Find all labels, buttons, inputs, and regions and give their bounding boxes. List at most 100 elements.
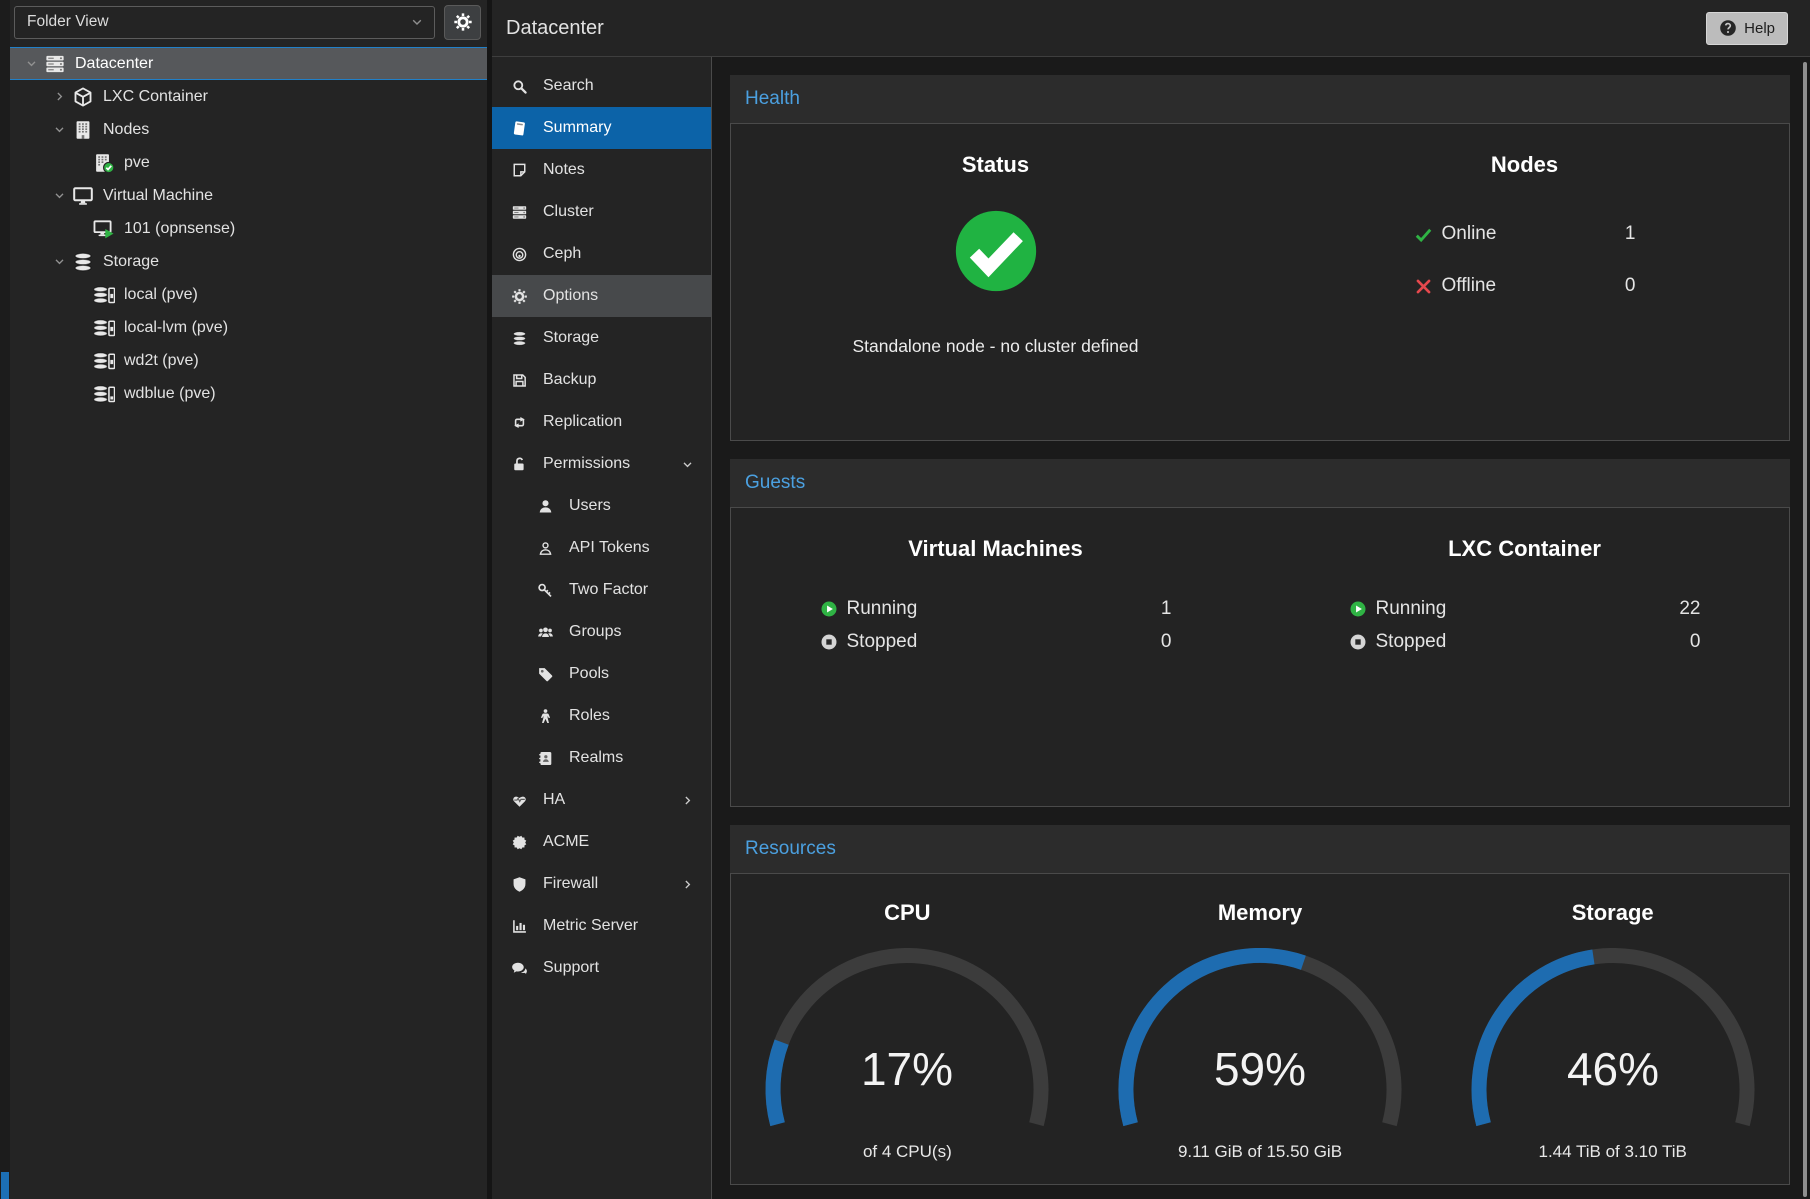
view-mode-select[interactable]: Folder View [14, 6, 435, 39]
play-circle-icon [820, 600, 838, 618]
menu-item-users[interactable]: Users [492, 485, 711, 527]
menu-item-firewall[interactable]: Firewall [492, 863, 711, 905]
tree-item-lxc-container[interactable]: LXC Container [10, 80, 487, 113]
menu-item-search[interactable]: Search [492, 65, 711, 107]
tree-item-label: local (pve) [124, 286, 198, 304]
server-stack-icon [41, 53, 68, 75]
guests-panel-title: Guests [745, 472, 805, 494]
bar-chart-icon [510, 918, 529, 935]
tree-item-local-lvm-pve[interactable]: local-lvm (pve) [10, 311, 487, 344]
menu-item-label: Roles [569, 707, 610, 725]
menu-item-ha[interactable]: HA [492, 779, 711, 821]
guests-panel-body: Virtual MachinesRunning1Stopped0LXC Cont… [730, 507, 1790, 807]
guest-row-label: Running [1376, 598, 1680, 620]
tree-item-101-opnsense[interactable]: 101 (opnsense) [10, 212, 487, 245]
resources-panel-title: Resources [745, 838, 836, 860]
menu-item-label: Support [543, 959, 599, 977]
tree-item-label: 101 (opnsense) [124, 220, 235, 238]
play-circle-icon [1349, 600, 1367, 618]
tree-item-wd2t-pve[interactable]: wd2t (pve) [10, 344, 487, 377]
menu-item-support[interactable]: Support [492, 947, 711, 989]
expander-down-icon[interactable] [50, 255, 69, 268]
monitor-running-icon [90, 218, 117, 240]
search-icon [510, 78, 529, 95]
caret-right-icon[interactable] [681, 779, 694, 821]
content: Health Status Standalone node - no clust… [712, 57, 1810, 1199]
menu-item-roles[interactable]: Roles [492, 695, 711, 737]
expander-down-icon[interactable] [50, 123, 69, 136]
menu-item-metric-server[interactable]: Metric Server [492, 905, 711, 947]
topbar: Datacenter Help [492, 0, 1810, 57]
caret-down-icon[interactable] [681, 443, 694, 485]
node-status-label: Offline [1442, 275, 1625, 297]
tree-item-label: Virtual Machine [103, 187, 213, 205]
menu-item-label: Pools [569, 665, 609, 683]
menu-item-two-factor[interactable]: Two Factor [492, 569, 711, 611]
tree-item-nodes[interactable]: Nodes [10, 113, 487, 146]
tree-item-label: pve [124, 154, 150, 172]
expander-right-icon[interactable] [50, 90, 69, 103]
resource-gauge-memory: Memory59%9.11 GiB of 15.50 GiB [1084, 900, 1437, 1184]
expander-down-icon[interactable] [50, 189, 69, 202]
guest-row-label: Running [847, 598, 1161, 620]
xmark-icon [1414, 277, 1433, 296]
menu-item-permissions[interactable]: Permissions [492, 443, 711, 485]
heartbeat-icon [510, 792, 529, 809]
unlock-icon [510, 456, 529, 473]
menu-item-label: Storage [543, 329, 599, 347]
menu-item-notes[interactable]: Notes [492, 149, 711, 191]
health-panel-body: Status Standalone node - no cluster defi… [730, 123, 1790, 441]
menu-item-storage[interactable]: Storage [492, 317, 711, 359]
burst-icon [510, 834, 529, 851]
caret-right-icon[interactable] [681, 863, 694, 905]
tree-scrollbar-thumb[interactable] [1, 1172, 9, 1199]
health-panel-header: Health [730, 75, 1790, 123]
tree-item-local-pve[interactable]: local (pve) [10, 278, 487, 311]
guests-panel: Guests Virtual MachinesRunning1Stopped0L… [730, 459, 1790, 807]
status-heading: Status [731, 152, 1260, 178]
tree-item-virtual-machine[interactable]: Virtual Machine [10, 179, 487, 212]
gauge-heading: Storage [1436, 900, 1789, 926]
menu-item-label: Metric Server [543, 917, 638, 935]
resource-gauge-cpu: CPU17%of 4 CPU(s) [731, 900, 1084, 1184]
status-ok-icon [731, 208, 1260, 294]
menu-item-cluster[interactable]: Cluster [492, 191, 711, 233]
menu-item-groups[interactable]: Groups [492, 611, 711, 653]
tree-item-storage[interactable]: Storage [10, 245, 487, 278]
menu-item-pools[interactable]: Pools [492, 653, 711, 695]
content-scrollbar[interactable] [1803, 62, 1807, 1197]
database-icon [510, 330, 529, 347]
menu-item-realms[interactable]: Realms [492, 737, 711, 779]
check-icon [1414, 225, 1433, 244]
menu-item-acme[interactable]: ACME [492, 821, 711, 863]
building-online-icon [90, 152, 117, 174]
gauge-arc: 46% [1436, 948, 1789, 1140]
nodes-heading: Nodes [1260, 152, 1789, 178]
tree-item-wdblue-pve[interactable]: wdblue (pve) [10, 377, 487, 410]
guest-row-label: Stopped [847, 631, 1161, 653]
building-icon [69, 119, 96, 141]
tree-item-datacenter[interactable]: Datacenter [10, 47, 487, 80]
guest-column-lxc-container: LXC ContainerRunning22Stopped0 [1260, 536, 1789, 806]
guest-row-running: Running1 [820, 592, 1172, 625]
tree-scrollbar[interactable] [0, 0, 10, 1199]
tree-item-pve[interactable]: pve [10, 146, 487, 179]
menu-item-label: Users [569, 497, 611, 515]
menu-item-replication[interactable]: Replication [492, 401, 711, 443]
menu-item-ceph[interactable]: Ceph [492, 233, 711, 275]
menu-item-backup[interactable]: Backup [492, 359, 711, 401]
guest-column-virtual-machines: Virtual MachinesRunning1Stopped0 [731, 536, 1260, 806]
gauge-heading: CPU [731, 900, 1084, 926]
guest-rows: Running22Stopped0 [1349, 592, 1701, 658]
menu-item-options[interactable]: Options [492, 275, 711, 317]
expander-down-icon[interactable] [22, 57, 41, 70]
menu-item-api-tokens[interactable]: API Tokens [492, 527, 711, 569]
menu-item-label: Summary [543, 119, 611, 137]
menu-item-label: Ceph [543, 245, 581, 263]
guest-row-value: 0 [1161, 631, 1172, 653]
menu-item-summary[interactable]: Summary [492, 107, 711, 149]
help-button[interactable]: Help [1706, 12, 1788, 45]
tree-settings-button[interactable] [444, 5, 481, 40]
guests-panel-header: Guests [730, 459, 1790, 507]
gauge-arc: 17% [731, 948, 1084, 1140]
